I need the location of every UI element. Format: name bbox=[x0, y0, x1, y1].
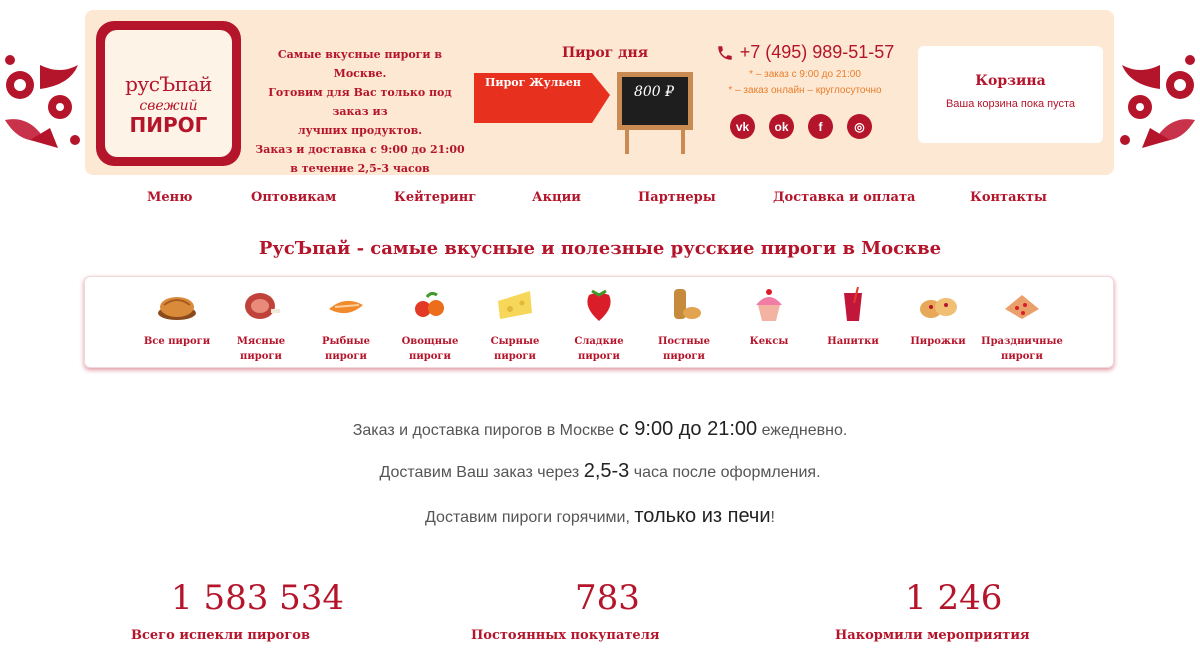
category-bar: Все пироги Мясные пироги Рыбные пироги О… bbox=[84, 276, 1114, 368]
nav-item-delivery[interactable]: Доставка и оплата bbox=[773, 190, 915, 205]
logo-subtitle: свежий bbox=[139, 98, 198, 114]
drink-icon bbox=[844, 286, 862, 321]
category-meat[interactable]: Мясные пироги bbox=[218, 283, 304, 364]
category-festive[interactable]: Праздничные пироги bbox=[979, 283, 1065, 364]
category-label: Сладкие пироги bbox=[574, 336, 624, 362]
phone-row[interactable]: +7 (495) 989-51-57 bbox=[705, 42, 905, 63]
stat-value: 1 246 bbox=[905, 578, 1003, 618]
page-title: РусЪпай - самые вкусные и полезные русск… bbox=[258, 238, 942, 259]
tagline-line: Самые вкусные пироги в Москве. bbox=[277, 48, 443, 80]
category-label: Овощные пироги bbox=[401, 336, 459, 362]
nav-item-partners[interactable]: Партнеры bbox=[638, 190, 716, 205]
pie-of-day-price: 800 ₽ bbox=[633, 84, 675, 100]
info-text: ! bbox=[770, 509, 775, 526]
header-tagline: Самые вкусные пироги в Москве. Готовим д… bbox=[255, 45, 465, 178]
online-order-note: * – заказ онлайн – круглосуточно bbox=[728, 85, 882, 96]
instagram-icon[interactable]: ◎ bbox=[847, 114, 872, 139]
pie-of-day-title: Пирог дня bbox=[561, 45, 649, 61]
cart-title[interactable]: Корзина bbox=[918, 73, 1103, 89]
info-hours: Заказ и доставка пирогов в Москве с 9:00… bbox=[0, 418, 1200, 441]
category-cupcakes[interactable]: Кексы bbox=[726, 283, 812, 349]
category-vegetable[interactable]: Овощные пироги bbox=[387, 283, 473, 364]
cart-status: Ваша корзина пока пуста bbox=[945, 98, 1076, 110]
vegetables-icon bbox=[415, 291, 444, 317]
info-highlight: с 9:00 до 21:00 bbox=[618, 418, 758, 440]
category-lenten[interactable]: Постные пироги bbox=[641, 283, 727, 364]
strawberry-icon bbox=[587, 289, 611, 321]
category-pastries[interactable]: Пирожки bbox=[895, 283, 981, 349]
category-label: Сырные пироги bbox=[490, 336, 540, 362]
category-cheese[interactable]: Сырные пироги bbox=[472, 283, 558, 364]
category-label: Постные пироги bbox=[657, 336, 711, 362]
stat-regular-customers: 783 Постоянных покупателя bbox=[471, 578, 771, 643]
logo-inner: русЪпай свежий ПИРОГ bbox=[105, 30, 232, 157]
info-text: Доставим пироги горячими, bbox=[425, 509, 635, 526]
folk-ornament-left bbox=[5, 55, 80, 148]
folk-ornament-right bbox=[1120, 55, 1195, 148]
facebook-icon[interactable]: f bbox=[808, 114, 833, 139]
info-highlight: только из печи bbox=[634, 505, 771, 527]
lenten-icon bbox=[674, 289, 701, 319]
meat-icon bbox=[245, 293, 280, 319]
phone-number[interactable]: +7 (495) 989-51-57 bbox=[740, 42, 895, 63]
category-label: Напитки bbox=[827, 336, 879, 347]
site-header: русЪпай свежий ПИРОГ Самые вкусные пирог… bbox=[85, 10, 1114, 175]
stat-label: Всего испекли пирогов bbox=[131, 628, 310, 643]
stat-value: 1 583 534 bbox=[171, 578, 345, 618]
cupcake-icon bbox=[756, 289, 782, 321]
cart-widget[interactable]: Корзина Ваша корзина пока пуста bbox=[918, 46, 1103, 143]
pie-of-day-name[interactable]: Пирог Жульен bbox=[474, 76, 592, 89]
category-all-pies[interactable]: Все пироги bbox=[134, 283, 220, 349]
pastry-icon bbox=[920, 298, 957, 318]
category-label: Пирожки bbox=[910, 336, 966, 347]
logo-pie-word: ПИРОГ bbox=[129, 113, 208, 137]
info-delivery-time: Доставим Ваш заказ через 2,5-3 часа посл… bbox=[0, 460, 1200, 483]
festive-pie-icon bbox=[1005, 295, 1039, 319]
site-logo[interactable]: русЪпай свежий ПИРОГ bbox=[96, 21, 241, 166]
tagline-line: Заказ и доставка с 9:00 до 21:00 bbox=[255, 143, 465, 156]
tagline-line: Готовим для Вас только под заказ из bbox=[268, 86, 452, 118]
stat-label: Постоянных покупателя bbox=[471, 628, 660, 643]
nav-item-catering[interactable]: Кейтеринг bbox=[394, 190, 476, 205]
nav-item-menu[interactable]: Меню bbox=[147, 190, 193, 205]
info-text: часа после оформления. bbox=[629, 464, 821, 481]
stat-label: Накормили мероприятия bbox=[835, 628, 1030, 643]
info-text: Заказ и доставка пирогов в Москве bbox=[352, 422, 619, 439]
info-highlight: 2,5-3 bbox=[583, 460, 630, 482]
category-drinks[interactable]: Напитки bbox=[810, 283, 896, 349]
nav-item-contacts[interactable]: Контакты bbox=[970, 190, 1047, 205]
category-fish[interactable]: Рыбные пироги bbox=[303, 283, 389, 364]
info-text: ежедневно. bbox=[757, 422, 848, 439]
tagline-line: лучших продуктов. bbox=[297, 124, 423, 137]
category-sweet[interactable]: Сладкие пироги bbox=[556, 283, 642, 364]
category-label: Праздничные пироги bbox=[981, 336, 1063, 362]
nav-item-promotions[interactable]: Акции bbox=[532, 190, 581, 205]
stat-events-catered: 1 246 Накормили мероприятия bbox=[835, 578, 1135, 643]
nav-item-wholesale[interactable]: Оптовикам bbox=[251, 190, 336, 205]
stat-pies-baked: 1 583 534 Всего испекли пирогов bbox=[131, 578, 431, 643]
cheese-icon bbox=[498, 291, 532, 319]
stat-value: 783 bbox=[575, 578, 640, 618]
main-nav: Меню Оптовикам Кейтеринг Акции Партнеры … bbox=[85, 190, 1114, 214]
order-hours-note: * – заказ с 9:00 до 21:00 bbox=[749, 69, 861, 80]
pie-icon bbox=[158, 297, 196, 320]
info-hot-delivery: Доставим пироги горячими, только из печи… bbox=[0, 505, 1200, 528]
phone-icon bbox=[717, 45, 732, 60]
odnoklassniki-icon[interactable]: ok bbox=[769, 114, 794, 139]
category-label: Все пироги bbox=[143, 336, 211, 347]
category-label: Мясные пироги bbox=[236, 336, 286, 362]
category-label: Рыбные пироги bbox=[322, 336, 370, 362]
tagline-line: в течение 2,5-3 часов bbox=[290, 162, 430, 175]
info-text: Доставим Ваш заказ через bbox=[379, 464, 584, 481]
social-links: vk ok f ◎ bbox=[730, 114, 872, 139]
vk-icon[interactable]: vk bbox=[730, 114, 755, 139]
fish-icon bbox=[329, 300, 363, 314]
logo-brand-name: русЪпай bbox=[125, 72, 212, 96]
category-label: Кексы bbox=[749, 336, 789, 347]
